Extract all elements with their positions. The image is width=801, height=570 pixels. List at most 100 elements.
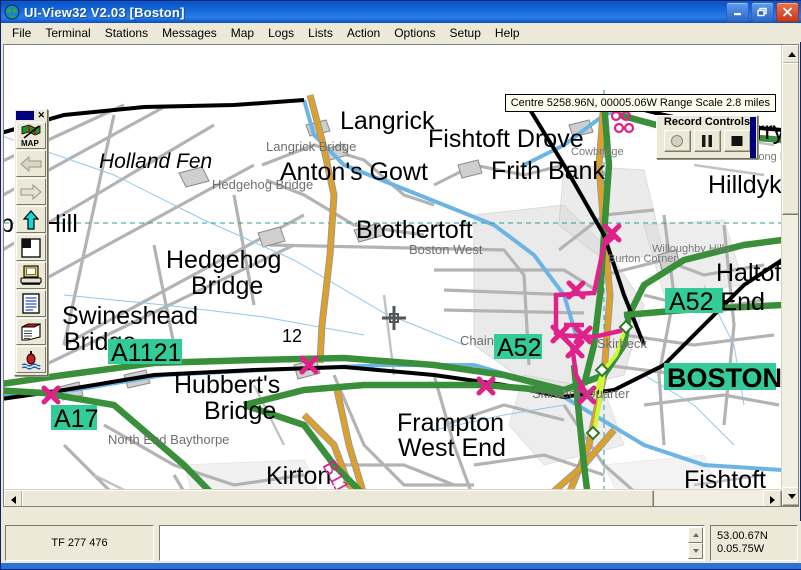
restore-button[interactable]: [751, 2, 774, 22]
map-shield-a17: A17: [54, 405, 98, 433]
window-buttons: [726, 2, 801, 22]
map-client-area: .rd-minor{fill:none;stroke:#b3b3b3;strok…: [3, 44, 799, 507]
menu-map[interactable]: Map: [224, 25, 261, 41]
record-controls-panel: Record Controls: [656, 115, 758, 159]
terminal-button[interactable]: [16, 262, 46, 289]
stop-button[interactable]: [723, 130, 751, 152]
scroll-left-button[interactable]: [4, 490, 23, 506]
chevron-up-icon: [787, 52, 796, 57]
map-label-hubberts: Hubbert's: [174, 371, 280, 399]
scroll-thumb-vertical[interactable]: [782, 63, 798, 215]
close-button[interactable]: [776, 2, 799, 22]
arrow-up-icon: [23, 209, 39, 230]
map-label-brothertoft: Brothertoft: [356, 216, 473, 244]
scroll-right-button[interactable]: [763, 490, 782, 506]
map-vertical-scrollbar[interactable]: [781, 45, 798, 506]
latitude-value: 53.00.67N: [717, 530, 768, 542]
menu-lists[interactable]: Lists: [301, 25, 340, 41]
chevron-down-icon: [787, 494, 796, 499]
map-horizontal-scrollbar[interactable]: [4, 489, 782, 506]
minimize-button[interactable]: [726, 2, 749, 22]
map-label-hedgehog: Hedgehog: [166, 246, 281, 274]
map-button[interactable]: MAP: [16, 122, 46, 149]
grid-square-panel: TF 277 476: [5, 525, 154, 561]
svg-text:MAP: MAP: [21, 139, 39, 147]
chevron-left-icon: [11, 495, 16, 504]
buoy-icon: [21, 351, 41, 370]
tool-palette-titlebar[interactable]: ✕: [15, 110, 47, 121]
menu-logs[interactable]: Logs: [261, 25, 301, 41]
close-icon[interactable]: ✕: [37, 111, 47, 120]
scroll-up-button[interactable]: [782, 45, 798, 64]
square-button[interactable]: [16, 234, 46, 261]
longitude-value: 0.05.75W: [717, 543, 765, 555]
menu-bar: File Terminal Stations Messages Map Logs…: [1, 23, 801, 42]
chevron-right-icon: [770, 495, 775, 504]
menu-options[interactable]: Options: [387, 25, 442, 41]
map-label-west-end: West End: [398, 434, 506, 462]
map-label-langrick: Langrick: [340, 107, 435, 135]
window-title: UI-View32 V2.03 [Boston]: [24, 4, 185, 20]
map-label-burton-corner: Burton Corner: [608, 253, 677, 265]
command-entry-field[interactable]: [159, 525, 705, 561]
map-label-antons-gowt: Anton's Gowt: [280, 158, 428, 186]
globe-icon: [4, 4, 20, 20]
menu-file[interactable]: File: [5, 25, 38, 41]
map-label-bridge-1: Bridge: [191, 272, 263, 300]
tool-palette-buttons: MAP: [15, 121, 47, 375]
map-shield-a52-end: A52 End: [669, 288, 765, 316]
map-label-fishtoft-drove: Fishtoft Drove: [428, 125, 584, 153]
map-shield-boston: BOSTON: [667, 363, 782, 393]
map-tool-palette: ✕ MAP: [14, 109, 48, 376]
map-shield-a1121: A1121: [111, 339, 181, 367]
chevron-up-icon: [692, 533, 699, 537]
menu-stations[interactable]: Stations: [98, 25, 155, 41]
buoy-button[interactable]: [16, 346, 46, 373]
document-lines-icon: [22, 293, 40, 314]
map-label-frampton: Frampton: [397, 409, 504, 437]
arrow-right-icon: [20, 183, 42, 200]
map-label-langrick-bridge: Langrick Bridge: [266, 139, 356, 154]
map-label-rry: rry: [756, 117, 782, 145]
menu-messages[interactable]: Messages: [155, 25, 224, 41]
scroll-thumb-horizontal[interactable]: [22, 490, 654, 506]
list-button[interactable]: [16, 290, 46, 317]
notes-button[interactable]: [16, 318, 46, 345]
up-button[interactable]: [16, 206, 46, 233]
map-label-boston-west: Boston West: [409, 242, 483, 257]
menu-help[interactable]: Help: [488, 25, 527, 41]
menu-terminal[interactable]: Terminal: [38, 25, 97, 41]
coordinates-panel: 53.00.67N 0.05.75W: [710, 525, 798, 561]
record-controls-title: Record Controls: [663, 116, 751, 128]
record-controls-buttons: [657, 130, 757, 152]
entry-scroll-down-button[interactable]: [688, 543, 703, 559]
entry-spinner[interactable]: [688, 527, 703, 559]
centre-scale-readout: Centre 5258.96N, 00005.06W Range Scale 2…: [504, 94, 776, 112]
map-label-junction-12: 12: [282, 326, 302, 346]
menu-action[interactable]: Action: [340, 25, 387, 41]
record-circle-icon: [671, 135, 683, 147]
taskbar-strip: [1, 563, 801, 569]
pause-button[interactable]: [693, 130, 721, 152]
entry-scroll-up-button[interactable]: [688, 527, 703, 543]
record-level-bar: [750, 117, 756, 158]
title-bar: UI-View32 V2.03 [Boston]: [1, 1, 801, 23]
square-icon: [21, 237, 41, 258]
map-flags-icon: MAP: [21, 124, 41, 147]
back-button[interactable]: [16, 150, 46, 177]
scroll-down-button[interactable]: [782, 487, 798, 506]
computer-icon: [20, 265, 42, 285]
chevron-down-icon: [692, 549, 699, 553]
map-label-swineshead: Swineshead: [62, 302, 198, 330]
command-entry-input[interactable]: [160, 526, 704, 560]
tool-palette-grip: [16, 111, 34, 120]
notepad-icon: [21, 322, 41, 341]
menu-setup[interactable]: Setup: [443, 25, 488, 41]
status-bar: TF 277 476 53.00.67N 0.05.75W: [1, 521, 801, 563]
map-label-haltoft: Haltoft: [716, 259, 782, 287]
forward-button[interactable]: [16, 178, 46, 205]
stop-square-icon: [731, 136, 743, 146]
record-button[interactable]: [663, 130, 691, 152]
map-label-skirbeck: Skirbeck: [597, 336, 647, 351]
map-shield-a52: A52: [497, 334, 541, 362]
